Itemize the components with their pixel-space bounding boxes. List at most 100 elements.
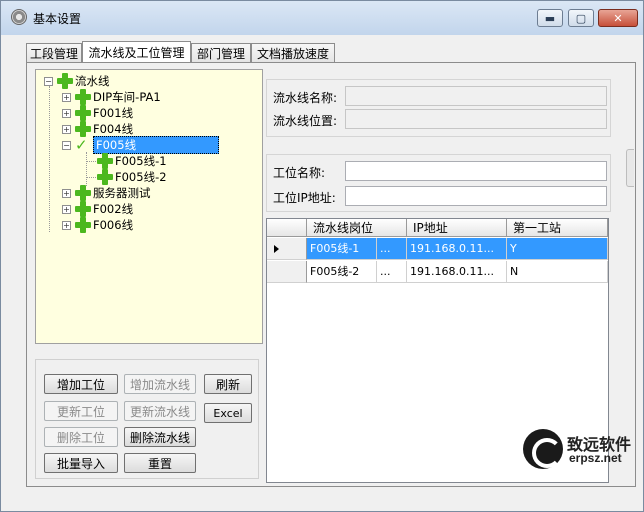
expand-icon[interactable]: + <box>62 220 71 230</box>
button-panel: 增加工位 增加流水线 刷新 更新工位 更新流水线 Excel 删除工位 删除流水… <box>35 359 259 479</box>
settings-window: 基本设置 ▬ ▢ ✕ 工段管理 流水线及工位管理 部门管理 文档播放速度 − 流… <box>0 0 644 512</box>
cell-ip[interactable]: 191.168.0.11... <box>407 261 507 283</box>
tree-node-label: 流水线 <box>75 74 110 88</box>
plus-icon <box>75 89 91 105</box>
tree-node-label: DIP车间-PA1 <box>93 90 161 104</box>
logo-swirl-icon <box>523 429 563 469</box>
line-position-label: 流水线位置: <box>273 114 338 128</box>
tree-node[interactable]: + F004线 <box>62 121 133 137</box>
grid-corner <box>267 219 307 237</box>
tab-section-management[interactable]: 工段管理 <box>26 43 82 63</box>
watermark-logo: 致远软件 erpsz.net <box>523 429 635 469</box>
tree-node[interactable]: + 服务器测试 <box>62 185 151 201</box>
delete-line-button[interactable]: 删除流水线 <box>124 427 196 447</box>
plus-icon <box>57 73 73 89</box>
tree-node-child[interactable]: F005线-1 <box>97 153 167 169</box>
tree-node[interactable]: + F001线 <box>62 105 133 121</box>
tab-panel: − 流水线 + DIP车间-PA1 + F001线 + F004线 − ✓ F0… <box>26 62 636 487</box>
plus-icon <box>75 185 91 201</box>
update-station-button[interactable]: 更新工位 <box>44 401 118 421</box>
expand-icon[interactable]: + <box>62 124 71 134</box>
excel-button[interactable]: Excel <box>204 403 252 423</box>
cell-post[interactable]: F005线-1 <box>307 238 377 260</box>
maximize-button[interactable]: ▢ <box>568 9 594 27</box>
line-name-field[interactable] <box>345 86 607 106</box>
line-tree[interactable]: − 流水线 + DIP车间-PA1 + F001线 + F004线 − ✓ F0… <box>35 69 263 344</box>
tab-line-station-management[interactable]: 流水线及工位管理 <box>82 41 191 63</box>
expand-icon[interactable]: + <box>62 92 71 102</box>
delete-station-button[interactable]: 删除工位 <box>44 427 118 447</box>
tree-node-label: F005线-1 <box>115 154 167 168</box>
add-line-button[interactable]: 增加流水线 <box>124 374 196 394</box>
settings-gear-icon <box>11 9 27 25</box>
tab-document-playback-speed[interactable]: 文档播放速度 <box>251 43 335 63</box>
line-position-field[interactable] <box>345 109 607 129</box>
line-name-label: 流水线名称: <box>273 91 338 105</box>
column-header-first-station[interactable]: 第一工站 <box>507 219 608 237</box>
station-ip-label: 工位IP地址: <box>273 191 336 205</box>
tree-node-label: 服务器测试 <box>93 186 151 200</box>
tree-node-label: F002线 <box>93 202 134 216</box>
tree-node-label: F006线 <box>93 218 134 232</box>
minimize-button[interactable]: ▬ <box>537 9 563 27</box>
tree-guide-line <box>49 86 50 232</box>
cell-ip[interactable]: 191.168.0.11... <box>407 238 507 260</box>
plus-icon <box>97 153 113 169</box>
expand-icon[interactable]: + <box>62 188 71 198</box>
expand-icon[interactable]: + <box>62 204 71 214</box>
row-header[interactable] <box>267 261 307 283</box>
tree-node-label: F005线 <box>93 136 219 154</box>
cell-ellipsis-button[interactable]: ... <box>377 238 407 260</box>
station-name-field[interactable] <box>345 161 607 181</box>
plus-icon <box>75 201 91 217</box>
plus-icon <box>97 169 113 185</box>
column-header-ip[interactable]: IP地址 <box>407 219 507 237</box>
station-name-label: 工位名称: <box>273 166 326 180</box>
add-station-button[interactable]: 增加工位 <box>44 374 118 394</box>
expand-icon[interactable]: + <box>62 108 71 118</box>
cell-ellipsis-button[interactable]: ... <box>377 261 407 283</box>
close-icon: ✕ <box>613 11 623 25</box>
table-row[interactable]: F005线-2 ... 191.168.0.11... N <box>267 261 608 283</box>
tree-node-label: F004线 <box>93 122 134 136</box>
plus-icon <box>75 217 91 233</box>
cell-first-station[interactable]: Y <box>507 238 608 260</box>
watermark-en: erpsz.net <box>569 451 622 465</box>
grid-header: 流水线岗位 IP地址 第一工站 <box>267 219 608 237</box>
minimize-icon: ▬ <box>544 11 556 25</box>
tree-node-label: F005线-2 <box>115 170 167 184</box>
tree-node-label: F001线 <box>93 106 134 120</box>
plus-icon <box>75 105 91 121</box>
refresh-button[interactable]: 刷新 <box>204 374 252 394</box>
collapse-icon[interactable]: − <box>44 76 53 86</box>
window-title: 基本设置 <box>33 12 82 26</box>
column-header-post[interactable]: 流水线岗位 <box>307 219 407 237</box>
maximize-icon: ▢ <box>575 11 587 25</box>
current-row-arrow-icon <box>274 245 279 253</box>
check-icon: ✓ <box>75 136 88 154</box>
tree-guide-line <box>86 152 87 186</box>
collapse-icon[interactable]: − <box>62 140 71 150</box>
line-info-group: 流水线名称: 流水线位置: <box>266 79 611 137</box>
close-button[interactable]: ✕ <box>598 9 638 27</box>
tree-node-child[interactable]: F005线-2 <box>97 169 167 185</box>
tree-node[interactable]: + DIP车间-PA1 <box>62 89 161 105</box>
cell-post[interactable]: F005线-2 <box>307 261 377 283</box>
tree-node[interactable]: + F002线 <box>62 201 133 217</box>
side-splitter-handle[interactable] <box>626 149 634 187</box>
tab-department-management[interactable]: 部门管理 <box>191 43 251 63</box>
batch-import-button[interactable]: 批量导入 <box>44 453 118 473</box>
reset-button[interactable]: 重置 <box>124 453 196 473</box>
tree-node-selected[interactable]: − ✓ F005线 <box>62 136 219 154</box>
update-line-button[interactable]: 更新流水线 <box>124 401 196 421</box>
cell-first-station[interactable]: N <box>507 261 608 283</box>
tree-node[interactable]: + F006线 <box>62 217 133 233</box>
row-header[interactable] <box>267 238 307 260</box>
title-bar[interactable]: 基本设置 ▬ ▢ ✕ <box>1 1 643 35</box>
tree-node-root[interactable]: − 流水线 <box>44 73 110 89</box>
plus-icon <box>75 121 91 137</box>
station-ip-field[interactable] <box>345 186 607 206</box>
tree-guide-line <box>86 177 96 178</box>
table-row[interactable]: F005线-1 ... 191.168.0.11... Y <box>267 238 608 260</box>
station-info-group: 工位名称: 工位IP地址: <box>266 154 611 212</box>
